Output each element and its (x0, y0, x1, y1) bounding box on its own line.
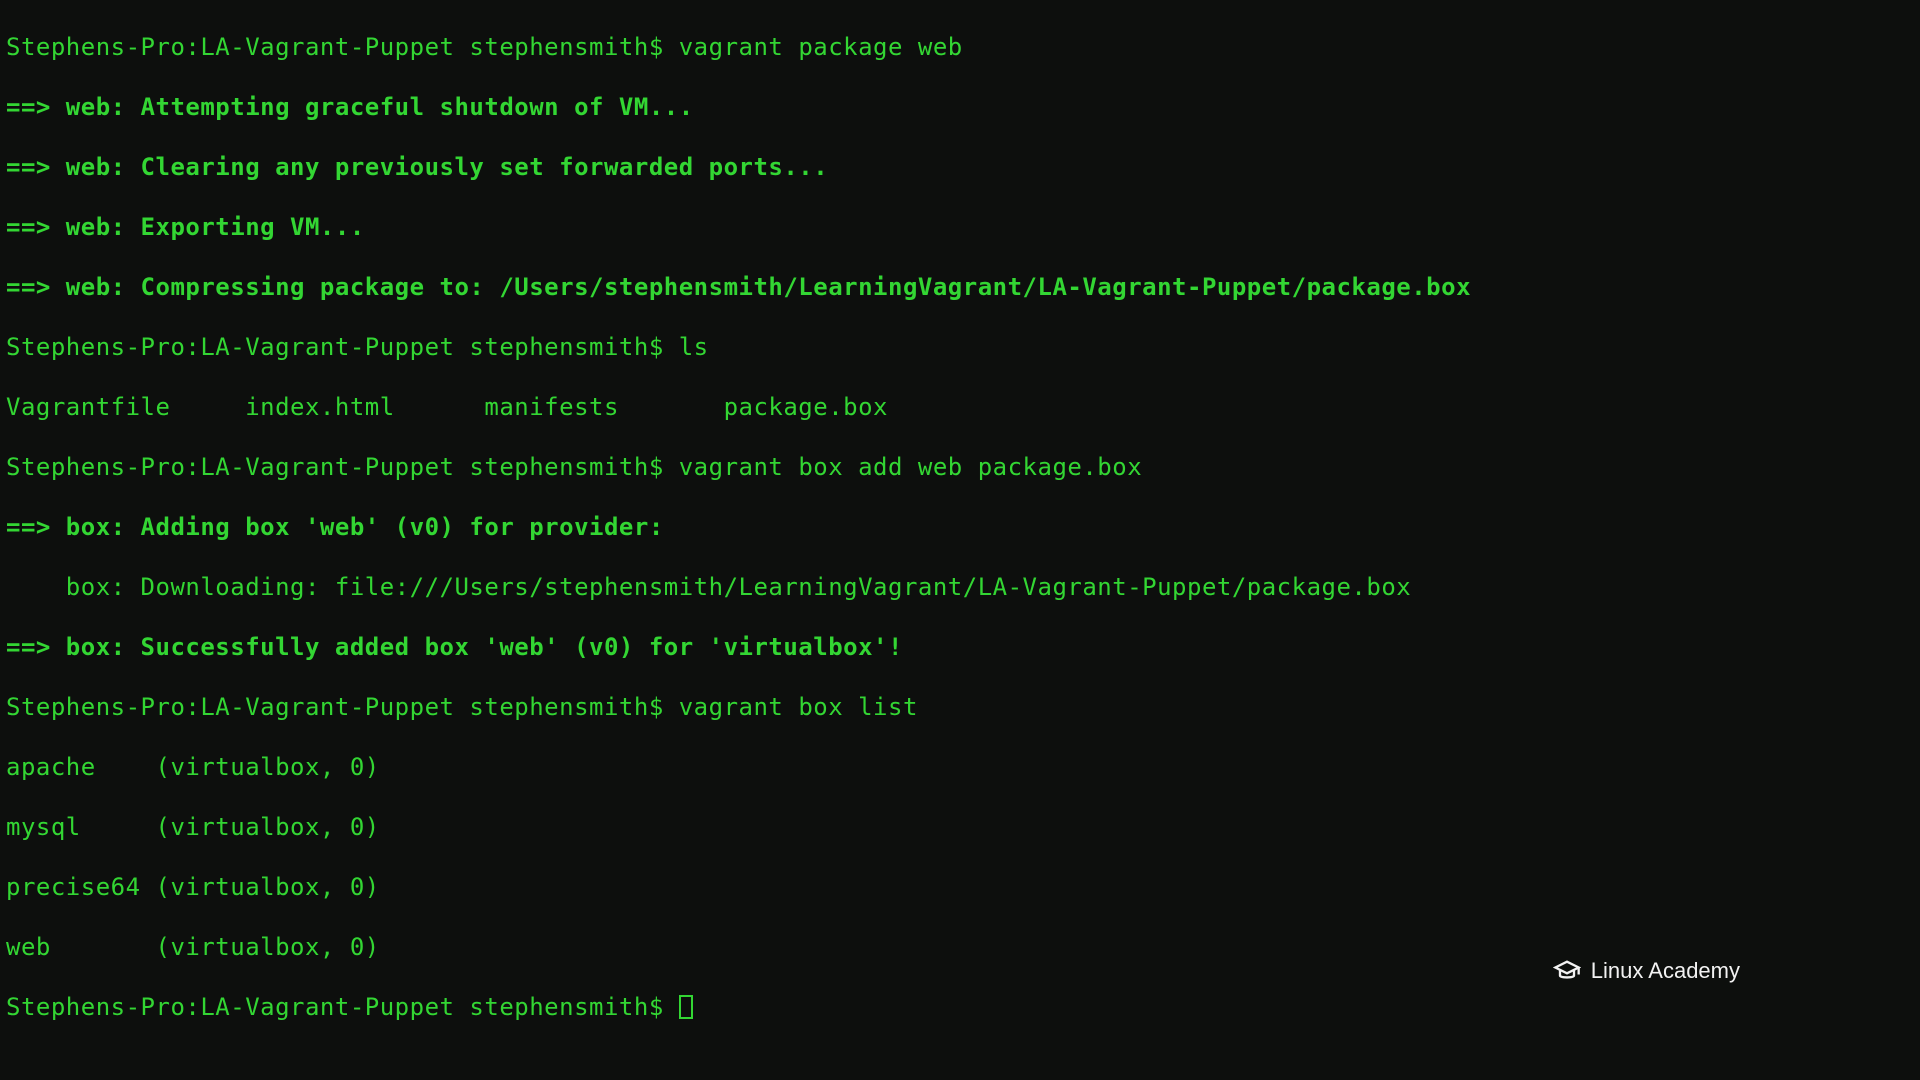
prompt-text: Stephens-Pro:LA-Vagrant-Puppet stephensm… (6, 333, 679, 361)
terminal-line: ==> web: Clearing any previously set for… (6, 152, 1914, 182)
graduation-cap-icon (1553, 957, 1581, 985)
terminal-line: mysql (virtualbox, 0) (6, 812, 1914, 842)
command-text: vagrant box list (679, 693, 918, 721)
terminal-line: Stephens-Pro:LA-Vagrant-Puppet stephensm… (6, 992, 1914, 1022)
terminal-line: Stephens-Pro:LA-Vagrant-Puppet stephensm… (6, 32, 1914, 62)
watermark-text: Linux Academy (1591, 958, 1740, 984)
prompt-text: Stephens-Pro:LA-Vagrant-Puppet stephensm… (6, 453, 679, 481)
terminal-window[interactable]: Stephens-Pro:LA-Vagrant-Puppet stephensm… (0, 0, 1920, 1054)
prompt-text: Stephens-Pro:LA-Vagrant-Puppet stephensm… (6, 693, 679, 721)
terminal-line: ==> box: Successfully added box 'web' (v… (6, 632, 1914, 662)
terminal-line: Stephens-Pro:LA-Vagrant-Puppet stephensm… (6, 692, 1914, 722)
cursor-icon (679, 995, 693, 1019)
terminal-line: ==> web: Attempting graceful shutdown of… (6, 92, 1914, 122)
terminal-line: ==> web: Exporting VM... (6, 212, 1914, 242)
terminal-line: Stephens-Pro:LA-Vagrant-Puppet stephensm… (6, 452, 1914, 482)
command-text: vagrant box add web package.box (679, 453, 1142, 481)
terminal-line: precise64 (virtualbox, 0) (6, 872, 1914, 902)
watermark: Linux Academy (1553, 957, 1740, 985)
command-text: vagrant package web (679, 33, 963, 61)
terminal-line: ==> web: Compressing package to: /Users/… (6, 272, 1914, 302)
terminal-line: box: Downloading: file:///Users/stephens… (6, 572, 1914, 602)
terminal-line: ==> box: Adding box 'web' (v0) for provi… (6, 512, 1914, 542)
terminal-line: Stephens-Pro:LA-Vagrant-Puppet stephensm… (6, 332, 1914, 362)
terminal-line: apache (virtualbox, 0) (6, 752, 1914, 782)
command-text: ls (679, 333, 709, 361)
prompt-text: Stephens-Pro:LA-Vagrant-Puppet stephensm… (6, 33, 679, 61)
terminal-line: Vagrantfile index.html manifests package… (6, 392, 1914, 422)
prompt-text: Stephens-Pro:LA-Vagrant-Puppet stephensm… (6, 993, 679, 1021)
